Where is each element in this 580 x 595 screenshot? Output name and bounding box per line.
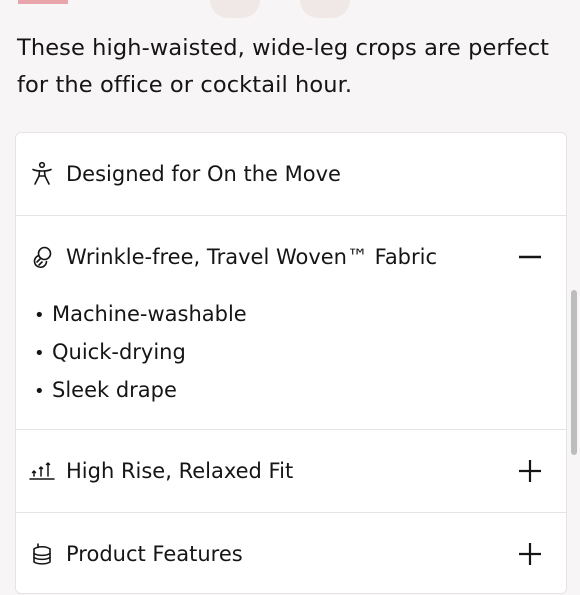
- image-indicator: [18, 0, 68, 4]
- expand-plus-icon[interactable]: [518, 459, 542, 483]
- accordion-title: High Rise, Relaxed Fit: [66, 459, 294, 483]
- list-item: Quick-drying: [34, 334, 247, 372]
- model-leg-shape: [300, 0, 350, 18]
- rise-arrows-icon: [29, 458, 55, 484]
- accordion-item-on-the-move: Designed for On the Move: [16, 133, 566, 216]
- accordion-item-features: Product Features: [16, 513, 566, 595]
- features-icon: [29, 541, 55, 567]
- product-image-bottom-edge: [0, 0, 580, 20]
- model-leg-shape: [210, 0, 260, 18]
- fabric-feature-list: Machine-washable Quick-drying Sleek drap…: [34, 296, 247, 410]
- scrollbar-thumb[interactable]: [571, 290, 577, 455]
- collapse-minus-icon[interactable]: [518, 245, 542, 269]
- product-description: These high-waisted, wide-leg crops are p…: [17, 35, 550, 98]
- list-item: Sleek drape: [34, 372, 247, 410]
- expand-plus-icon[interactable]: [518, 542, 542, 566]
- accordion-item-fit: High Rise, Relaxed Fit: [16, 430, 566, 513]
- product-details-accordion: Designed for On the Move Wrinkle-free, T…: [15, 132, 567, 594]
- person-moving-icon: [29, 161, 55, 187]
- accordion-header-features[interactable]: Product Features: [16, 513, 566, 595]
- accordion-title: Wrinkle-free, Travel Woven™ Fabric: [66, 245, 438, 269]
- accordion-title: Product Features: [66, 542, 243, 566]
- accordion-header-on-the-move[interactable]: Designed for On the Move: [16, 133, 566, 215]
- accordion-header-fit[interactable]: High Rise, Relaxed Fit: [16, 430, 566, 512]
- fabric-icon: [29, 244, 55, 270]
- accordion-title: Designed for On the Move: [66, 162, 341, 186]
- accordion-item-fabric: Wrinkle-free, Travel Woven™ Fabric Machi…: [16, 216, 566, 430]
- list-item: Machine-washable: [34, 296, 247, 334]
- accordion-header-fabric[interactable]: Wrinkle-free, Travel Woven™ Fabric: [16, 216, 566, 298]
